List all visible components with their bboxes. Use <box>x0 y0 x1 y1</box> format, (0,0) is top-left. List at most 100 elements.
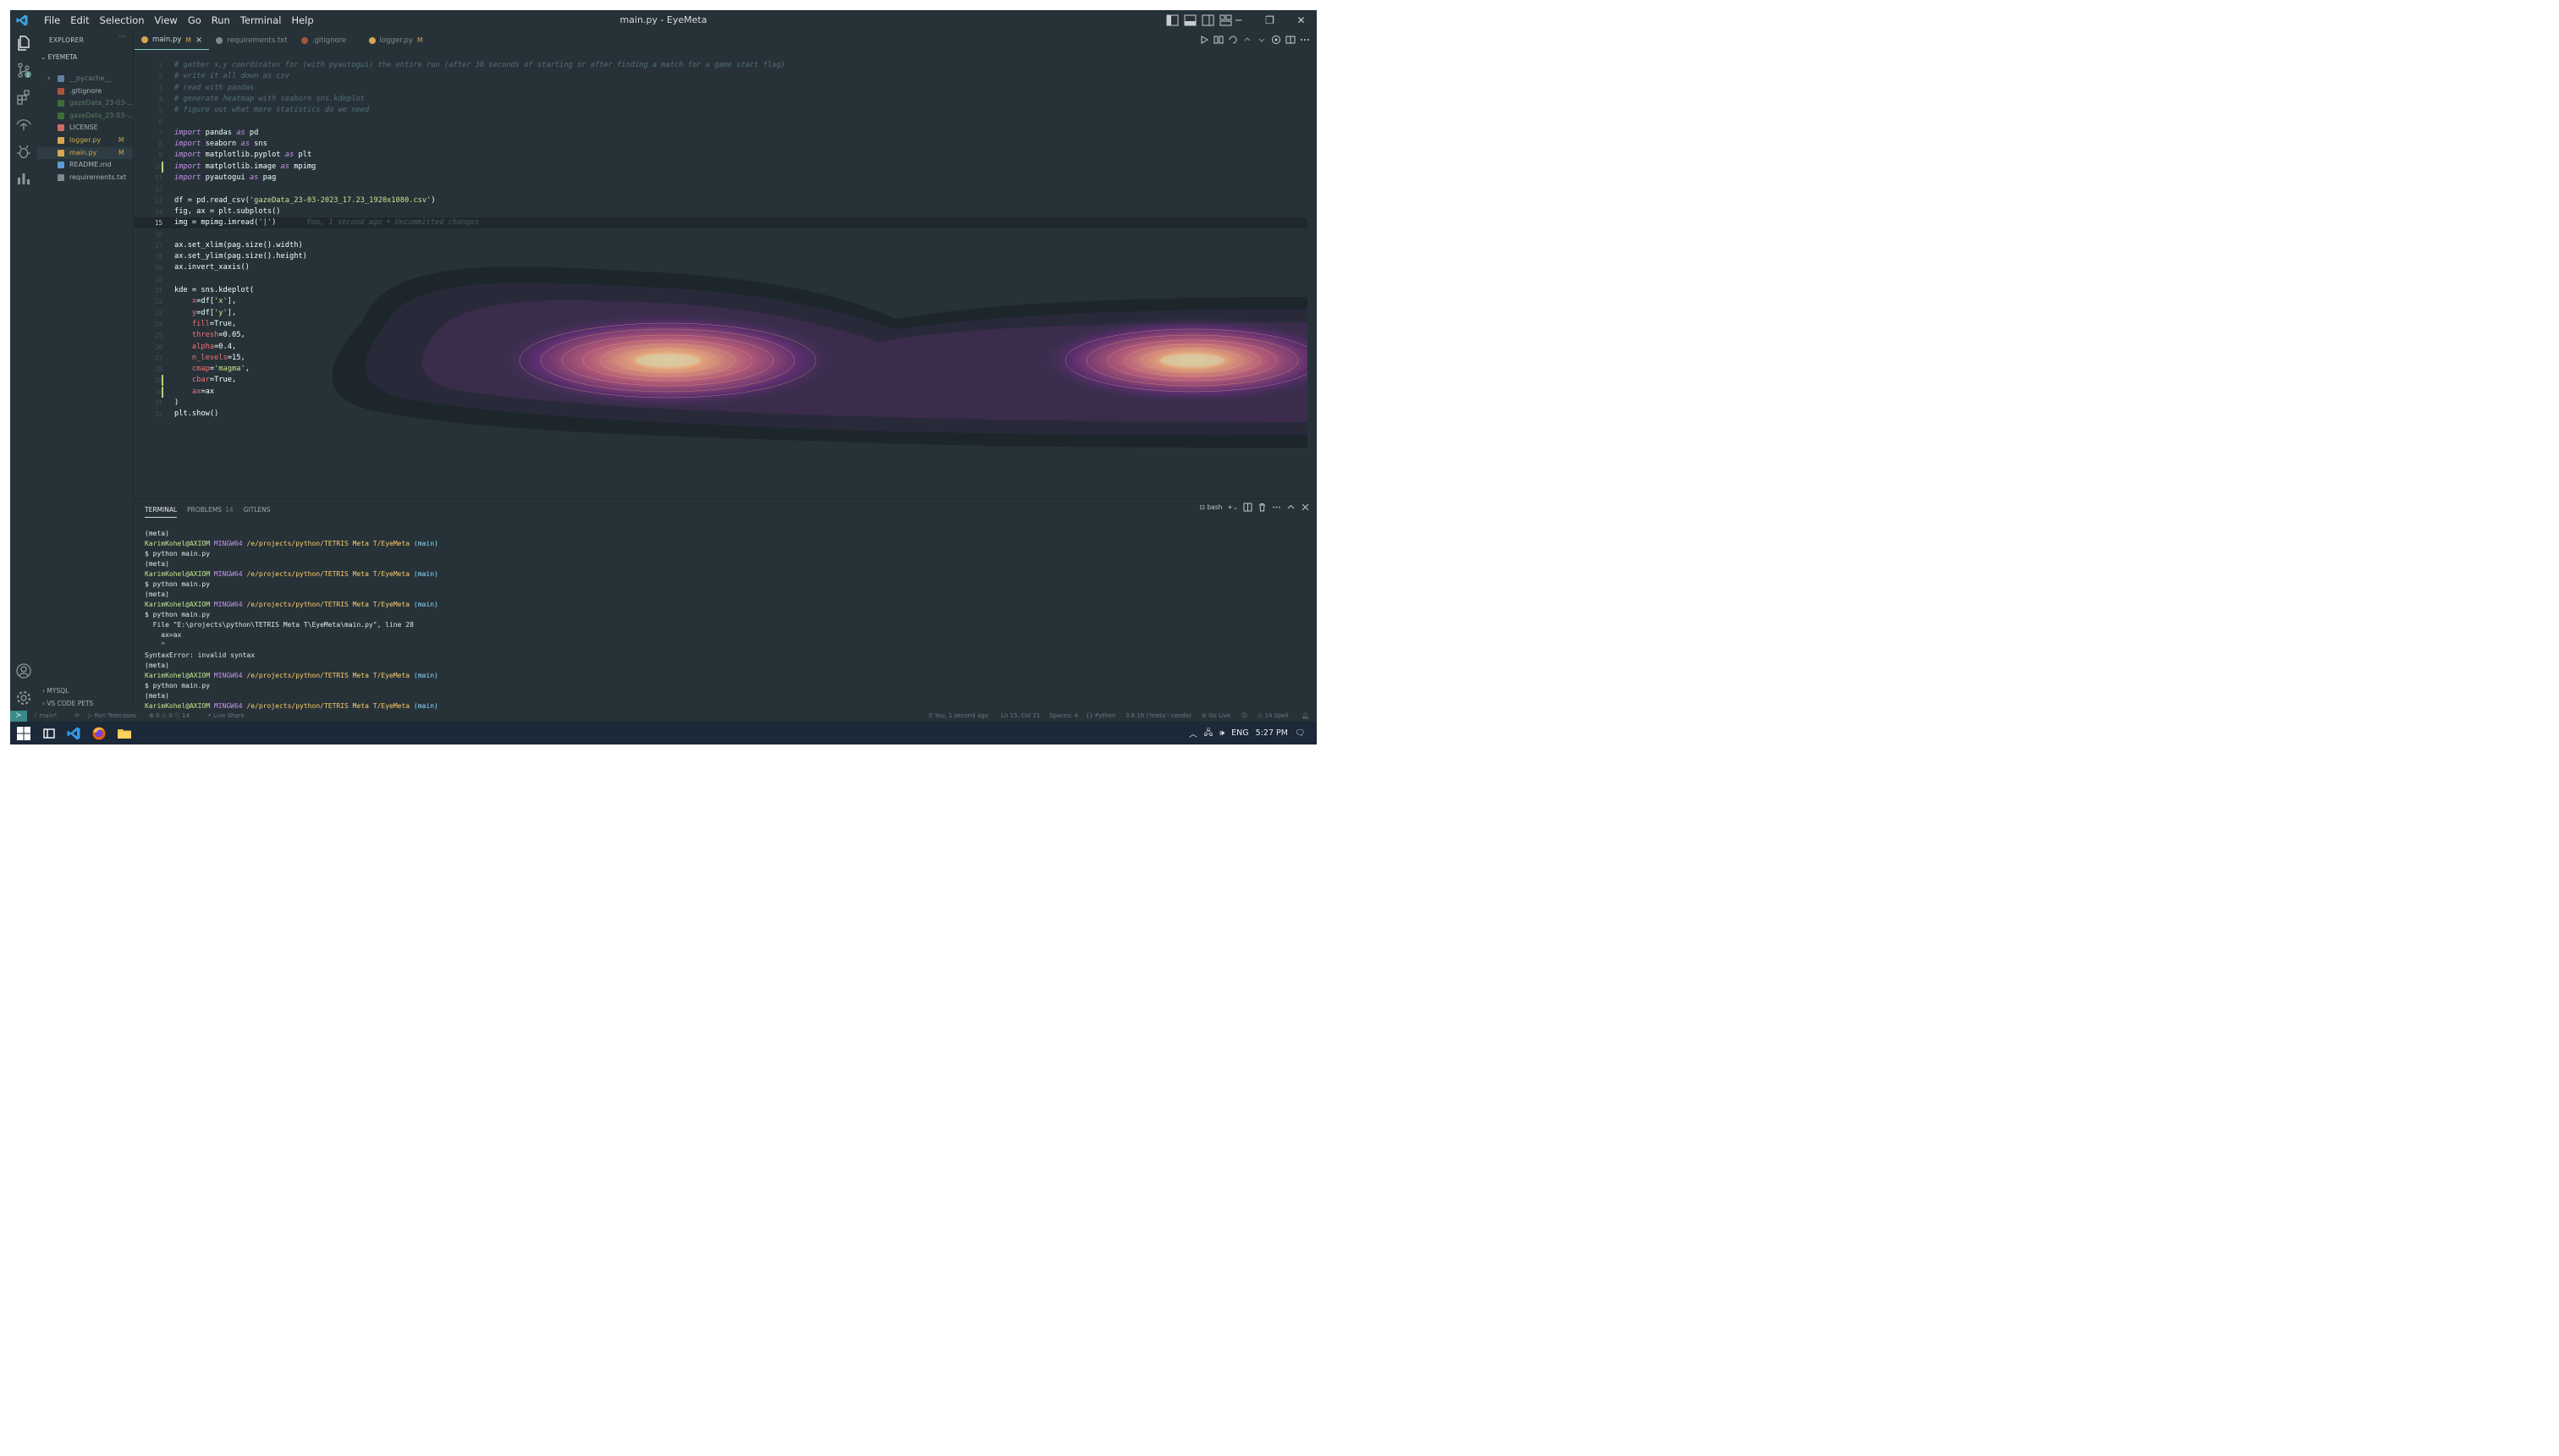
code-line[interactable]: # figure out what more statistics do we … <box>174 105 369 116</box>
explorer-item[interactable]: requirements.txt <box>37 172 133 184</box>
code-line[interactable]: plt.show() <box>174 409 218 420</box>
vscode-logo-icon[interactable] <box>15 14 29 27</box>
tab-requirements-txt[interactable]: requirements.txt <box>209 30 294 50</box>
firefox-icon[interactable] <box>91 726 107 741</box>
stats-icon[interactable] <box>15 170 32 187</box>
code-line[interactable]: df = pd.read_csv('gazeData_23-03-2023_17… <box>174 195 436 206</box>
code-line[interactable]: import matplotlib.pyplot as plt <box>174 150 311 161</box>
new-terminal-button[interactable]: +⌄ <box>1227 503 1238 511</box>
code-line[interactable]: ) <box>174 398 179 409</box>
maximize-panel-icon[interactable] <box>1286 503 1296 512</box>
toggle-secondary-sidebar-icon[interactable] <box>1202 14 1214 26</box>
tab-gitignore[interactable]: .gitignore <box>294 30 362 50</box>
spell-check-status[interactable]: ⚠ 14 Spell <box>1257 711 1289 722</box>
indentation-status[interactable]: Spaces: 4 <box>1049 711 1078 722</box>
close-window-button[interactable]: ✕ <box>1285 10 1317 30</box>
code-line[interactable]: n_levels=15, <box>174 353 245 364</box>
code-line[interactable]: img = mpimg.imread('|') You, 1 second ago… <box>174 217 479 228</box>
vscode-pets-section[interactable]: › VS CODE PETS <box>42 700 93 707</box>
code-line[interactable]: cmap='magma', <box>174 364 250 375</box>
code-line[interactable]: cbar=True, <box>174 375 236 386</box>
tab-logger-py[interactable]: logger.py M <box>362 30 430 50</box>
code-line[interactable]: alpha=0.4, <box>174 342 236 353</box>
menu-edit[interactable]: Edit <box>65 10 94 30</box>
code-line[interactable]: # gather x,y coordinates for (with pyaut… <box>174 60 785 71</box>
tab-main-py[interactable]: main.py M × <box>135 30 210 50</box>
split-editor-icon[interactable] <box>1285 35 1296 45</box>
explorer-item[interactable]: __pycache__ › <box>37 73 133 85</box>
more-actions-icon[interactable] <box>1300 35 1310 45</box>
code-line[interactable]: import seaborn as sns <box>174 139 267 150</box>
split-terminal-icon[interactable] <box>1243 503 1252 512</box>
toggle-primary-sidebar-icon[interactable] <box>1166 14 1179 26</box>
git-change-marker[interactable] <box>162 161 163 173</box>
code-line[interactable]: ax=ax <box>174 387 214 398</box>
tab-gitlens[interactable]: GITLENS <box>244 506 271 518</box>
live-share-button[interactable]: ↗ Live Share <box>206 711 245 722</box>
next-change-icon[interactable] <box>1257 35 1267 45</box>
explorer-item[interactable]: LICENSE <box>37 122 133 134</box>
code-editor[interactable]: 1 # gather x,y coordinates for (with pyau… <box>135 50 1307 498</box>
menu-help[interactable]: Help <box>286 10 318 30</box>
code-line[interactable]: import pandas as pd <box>174 128 258 139</box>
menu-terminal[interactable]: Terminal <box>235 10 287 30</box>
close-tab-icon[interactable]: × <box>195 36 202 45</box>
network-icon[interactable]: 🖧︎ <box>1204 727 1213 740</box>
code-line[interactable]: thresh=0.05, <box>174 330 245 341</box>
editor-scrollbar[interactable] <box>1307 50 1317 498</box>
explorer-item[interactable]: README.md <box>37 159 133 171</box>
menu-view[interactable]: View <box>150 10 183 30</box>
go-live-button[interactable]: ⊚ Go Live <box>1202 711 1230 722</box>
problems-status[interactable]: ⊗ 0 ⚠ 0 ⓘ 14 <box>149 711 190 722</box>
code-line[interactable]: fill=True, <box>174 319 236 330</box>
input-language[interactable]: ENG <box>1231 728 1248 738</box>
windows-start-icon[interactable] <box>16 726 31 741</box>
feedback-icon[interactable]: ☺ <box>1241 711 1247 722</box>
close-panel-icon[interactable] <box>1301 503 1310 512</box>
clock[interactable]: 5:27 PM <box>1256 728 1288 738</box>
remote-explorer-icon[interactable] <box>15 116 32 133</box>
notifications-bell-icon[interactable]: 🔔︎ <box>1302 711 1309 722</box>
explorer-icon[interactable] <box>15 35 32 52</box>
python-interpreter[interactable]: 3.8.16 ('meta': conda) <box>1125 711 1191 722</box>
code-line[interactable]: x=df['x'], <box>174 296 236 307</box>
code-line[interactable]: ax.set_ylim(pag.size().height) <box>174 251 307 262</box>
tray-overflow-chevron-icon[interactable]: ︿ <box>1189 728 1197 739</box>
gitlens-icon[interactable] <box>1271 35 1281 45</box>
accounts-icon[interactable] <box>15 662 32 679</box>
more-actions-icon[interactable] <box>1272 503 1281 512</box>
file-explorer-icon[interactable] <box>117 726 132 741</box>
previous-change-icon[interactable] <box>1242 35 1252 45</box>
code-line[interactable]: # write it all down as csv <box>174 71 289 82</box>
minimize-button[interactable]: ─ <box>1223 10 1254 30</box>
mysql-section[interactable]: › MYSQL <box>42 687 69 695</box>
source-control-icon[interactable]: 2 <box>15 62 32 79</box>
menu-run[interactable]: Run <box>206 10 235 30</box>
compare-changes-icon[interactable] <box>1213 35 1224 45</box>
project-root[interactable]: ⌄ EYEMETA <box>41 53 77 61</box>
code-line[interactable]: y=df['y'], <box>174 308 236 319</box>
git-change-marker[interactable] <box>162 386 163 398</box>
code-line[interactable]: import pyautogui as pag <box>174 173 276 184</box>
notification-center-icon[interactable]: 🗨︎ <box>1295 728 1305 738</box>
explorer-item[interactable]: main.py M <box>37 146 133 159</box>
git-change-marker[interactable] <box>162 375 163 387</box>
menu-file[interactable]: File <box>39 10 65 30</box>
explorer-item[interactable]: logger.py M <box>37 135 133 146</box>
task-view-icon[interactable] <box>41 726 57 741</box>
toggle-panel-icon[interactable] <box>1184 14 1197 26</box>
explorer-more-actions[interactable]: ··· <box>118 33 126 41</box>
language-mode[interactable]: {} Python <box>1086 711 1115 722</box>
explorer-item[interactable]: gazeData_23-03-... <box>37 97 134 109</box>
code-line[interactable]: ax.invert_xaxis() <box>174 262 250 273</box>
terminal-shell-selector[interactable]: ⊡ bash <box>1200 503 1223 511</box>
code-line[interactable]: # generate heatmap with seaborn sns.kdep… <box>174 94 365 105</box>
cursor-position[interactable]: Ln 15, Col 21 <box>1001 711 1040 722</box>
git-branch-status[interactable]: ᚴ main* <box>34 711 57 722</box>
run-testcases-button[interactable]: ▷ Run Testcases <box>88 711 136 722</box>
extensions-icon[interactable] <box>15 89 32 106</box>
run-debug-icon[interactable] <box>15 143 32 160</box>
restore-button[interactable]: ❐ <box>1254 10 1285 30</box>
code-line[interactable]: kde = sns.kdeplot( <box>174 285 254 296</box>
sync-icon[interactable]: ⟳ <box>74 711 80 722</box>
